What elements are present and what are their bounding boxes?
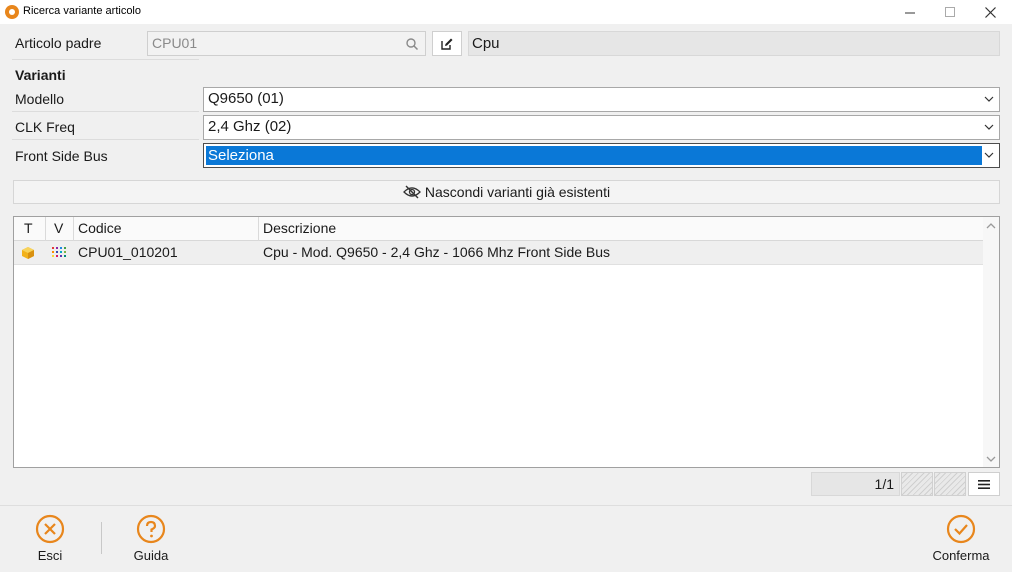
parent-article-label: Articolo padre xyxy=(15,35,102,51)
column-header-type[interactable]: T xyxy=(24,220,33,236)
column-divider xyxy=(258,217,259,241)
title-bar: Ricerca variante articolo xyxy=(0,0,1012,24)
row-description: Cpu - Mod. Q9650 - 2,4 Ghz - 1066 Mhz Fr… xyxy=(263,244,611,260)
disabled-prev-page-button xyxy=(901,472,933,496)
footer-toolbar: Esci Guida Conferma xyxy=(0,505,1012,572)
clk-freq-select[interactable]: 2,4 Ghz (02) xyxy=(203,115,1000,140)
hide-existing-variants-label: Nascondi varianti già esistenti xyxy=(424,184,611,200)
clk-freq-value: 2,4 Ghz (02) xyxy=(208,118,292,135)
form-area: Articolo padre CPU01 Cpu Varianti Modell… xyxy=(0,24,1012,504)
close-button[interactable] xyxy=(970,0,1010,24)
column-divider xyxy=(45,217,46,241)
variants-grid: T V Codice Descrizione CPU01_010201 Cpu … xyxy=(13,216,1000,468)
confirm-button[interactable]: Conferma xyxy=(921,514,1001,563)
variant-label-modello: Modello xyxy=(15,91,65,107)
page-indicator: 1/1 xyxy=(811,472,900,496)
edit-icon xyxy=(441,38,453,50)
variant-label-front-side-bus: Front Side Bus xyxy=(15,148,108,164)
exit-label: Esci xyxy=(37,548,63,563)
help-circle-icon xyxy=(136,514,166,544)
modello-value: Q9650 (01) xyxy=(208,90,284,107)
search-icon[interactable] xyxy=(405,37,419,51)
grid-header: T V Codice Descrizione xyxy=(14,217,984,241)
divider xyxy=(12,111,199,112)
modello-select[interactable]: Q9650 (01) xyxy=(203,87,1000,112)
front-side-bus-value: Seleziona xyxy=(206,146,982,165)
hide-existing-variants-button[interactable]: Nascondi varianti già esistenti xyxy=(13,180,1000,204)
maximize-button[interactable] xyxy=(930,0,970,24)
row-code: CPU01_010201 xyxy=(78,244,178,260)
window-title: Ricerca variante articolo xyxy=(23,5,141,17)
column-header-code[interactable]: Codice xyxy=(78,220,122,236)
help-label: Guida xyxy=(133,548,169,563)
parent-article-description: Cpu xyxy=(468,31,1000,56)
variants-section-title: Varianti xyxy=(15,67,66,83)
disabled-next-page-button xyxy=(934,472,966,496)
scroll-up-icon[interactable] xyxy=(986,221,996,231)
edit-parent-button[interactable] xyxy=(432,31,462,56)
column-divider xyxy=(73,217,74,241)
exit-button[interactable]: Esci xyxy=(10,514,90,563)
variant-label-clk-freq: CLK Freq xyxy=(15,119,75,135)
eye-slash-icon xyxy=(402,185,421,199)
footer-divider xyxy=(101,522,102,554)
divider xyxy=(12,139,199,140)
parent-article-code: CPU01 xyxy=(152,35,198,51)
confirm-label: Conferma xyxy=(932,548,990,563)
color-dots-icon xyxy=(52,247,66,257)
chevron-down-icon xyxy=(984,124,994,130)
app-logo-icon xyxy=(5,5,19,19)
cancel-circle-icon xyxy=(35,514,65,544)
check-circle-icon xyxy=(946,514,976,544)
chevron-down-icon xyxy=(984,96,994,102)
column-header-variant[interactable]: V xyxy=(54,220,63,236)
column-header-description[interactable]: Descrizione xyxy=(263,220,336,236)
close-icon xyxy=(984,6,996,18)
help-button[interactable]: Guida xyxy=(111,514,191,563)
grid-menu-button[interactable] xyxy=(968,472,1000,496)
box-icon xyxy=(22,247,34,259)
vertical-scrollbar[interactable] xyxy=(983,217,999,467)
table-row[interactable]: CPU01_010201 Cpu - Mod. Q9650 - 2,4 Ghz … xyxy=(14,241,984,265)
maximize-icon xyxy=(944,6,955,17)
chevron-down-icon xyxy=(984,152,994,158)
scroll-down-icon[interactable] xyxy=(986,454,996,464)
parent-article-input[interactable]: CPU01 xyxy=(147,31,426,56)
hamburger-menu-icon xyxy=(978,479,990,489)
front-side-bus-select[interactable]: Seleziona xyxy=(203,143,1000,168)
minimize-button[interactable] xyxy=(890,0,930,24)
minimize-icon xyxy=(904,12,915,13)
divider xyxy=(12,59,199,60)
